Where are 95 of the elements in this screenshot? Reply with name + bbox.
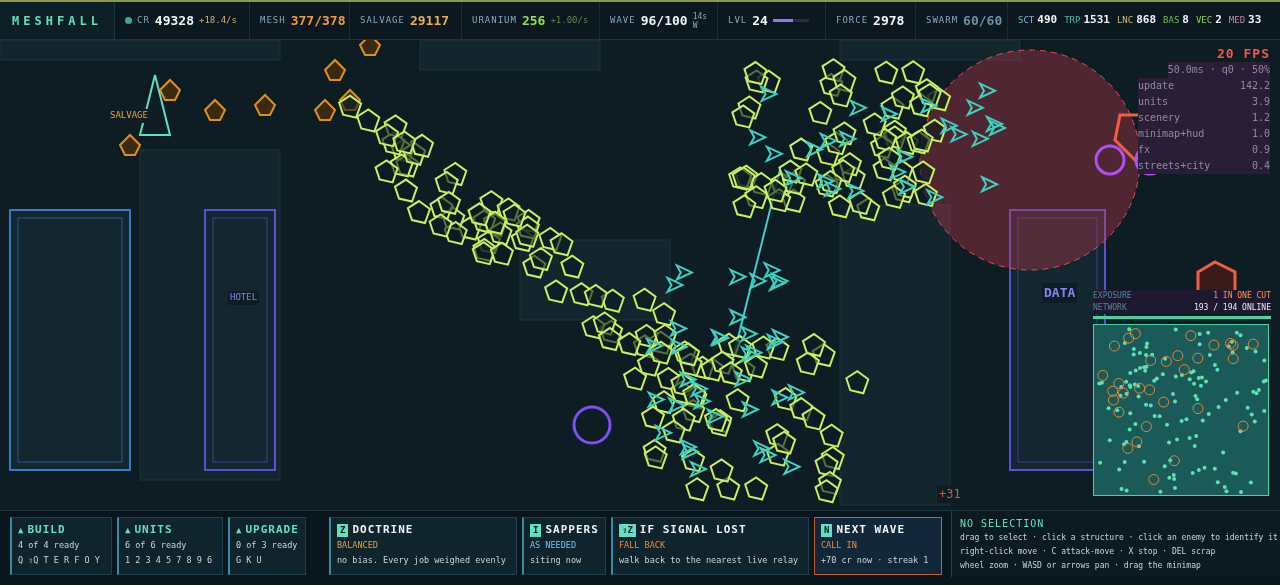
policy-description: +70 cr now · streak 1	[821, 554, 930, 567]
policy-setting: AS NEEDED	[530, 539, 578, 552]
policy-title: IF SIGNAL LOST	[639, 523, 747, 537]
stat-value: 49328	[154, 11, 194, 30]
unit-type-label: BAS	[1163, 13, 1180, 27]
perf-value: 3.9	[1250, 95, 1270, 109]
perf-name: fx	[1138, 143, 1152, 157]
wave-label: W	[692, 20, 699, 30]
stat-label: SWARM	[926, 13, 959, 27]
stat-value: 256	[521, 11, 546, 30]
command-group[interactable]: ▲ BUILD 4 of 4 ready Q ⇧Q T E R F O Y	[10, 517, 112, 575]
unit-count: 2	[1215, 12, 1222, 29]
command-group[interactable]: ▲ UNITS 6 of 6 ready 1 2 3 4 5 7 8 9 6	[117, 517, 223, 575]
hotkey-badge: ⇧Z	[619, 523, 636, 537]
policy-title: NEXT WAVE	[836, 523, 906, 537]
triangle-icon: ▲	[18, 524, 24, 536]
perf-value: 0.4	[1250, 159, 1270, 173]
unit-count: 8	[1182, 12, 1189, 29]
unit-type-label: LNC	[1116, 13, 1134, 27]
stat-label: CR	[137, 13, 150, 27]
policy-card[interactable]: N NEXT WAVE CALL IN +70 cr now · streak 1	[814, 517, 942, 575]
group-title: UNITS	[134, 523, 173, 537]
unit-type-label: SCT	[1018, 13, 1035, 27]
hint-text: right-click move · C attack-move · X stop · DEL scrap	[960, 546, 1217, 558]
selection-title: NO SELECTION	[960, 517, 1046, 531]
policy-title: DOCTRINE	[352, 523, 414, 537]
stat-label: FORCE	[836, 13, 869, 27]
perf-name: streets+city	[1138, 159, 1212, 173]
wave-timer: 14s	[692, 11, 708, 21]
ready-count: 0 of 3 ready	[236, 539, 299, 552]
perf-name: units	[1138, 95, 1170, 109]
policy-description: siting now	[530, 554, 583, 567]
stat-rate: +18.4/s	[199, 13, 237, 27]
perf-value: 142.2	[1238, 79, 1270, 93]
stat-label: LVL	[728, 13, 748, 27]
unit-type-label: VEC	[1195, 13, 1213, 27]
perf-name: minimap+hud	[1138, 127, 1206, 141]
perf-value: 0.9	[1250, 143, 1270, 157]
stat-value: 96/100	[640, 11, 688, 30]
stat-value: 29117	[409, 11, 450, 30]
group-title: BUILD	[27, 523, 66, 537]
hint-text: wheel zoom · WASD or arrows pan · drag the minimap	[960, 560, 1202, 572]
unit-count: 868	[1136, 12, 1157, 29]
perf-value: 1.2	[1250, 111, 1270, 125]
panel-value: 193 / 194 ONLINE	[1193, 302, 1271, 314]
unit-type-label: TRP	[1064, 13, 1081, 27]
perf-name: scenery	[1138, 111, 1182, 125]
hotkey-list: Q ⇧Q T E R F O Y	[18, 554, 105, 567]
panel-value: 1 IN ONE CUT	[1213, 290, 1271, 302]
game-logo: MESHFALL	[12, 12, 102, 30]
unit-count: 490	[1037, 12, 1058, 29]
hotkey-badge: I	[530, 523, 542, 537]
triangle-icon: ▲	[236, 524, 242, 536]
perf-value: 1.0	[1250, 127, 1270, 141]
hint-text: drag to select · click a structure · click an enemy to identify it	[960, 532, 1279, 544]
policy-card[interactable]: ⇧Z IF SIGNAL LOST FALL BACK walk back to the nearest live relay	[611, 517, 809, 575]
map-label: +31	[937, 485, 963, 503]
stat-value: 2978	[873, 11, 905, 30]
policy-title: SAPPERS	[545, 523, 599, 537]
stat-value: 24	[752, 11, 768, 30]
stat-label: WAVE	[610, 13, 636, 27]
hotkey-list: G K U	[236, 554, 299, 567]
stat-label: URANIUM	[472, 13, 517, 27]
group-title: UPGRADE	[245, 523, 299, 537]
policy-description: no bias. Every job weighed evenly	[337, 554, 507, 567]
stat-value: 60/60	[963, 11, 1003, 30]
fps-counter: 20 FPS	[1217, 46, 1270, 62]
hotkey-badge: N	[821, 523, 833, 537]
unit-count: 1531	[1083, 12, 1110, 29]
policy-card[interactable]: Z DOCTRINE BALANCED no bias. Every job weighed evenly	[329, 517, 517, 575]
policy-setting: BALANCED	[337, 539, 379, 552]
policy-card[interactable]: I SAPPERS AS NEEDED siting now	[522, 517, 606, 575]
unit-count: 33	[1248, 12, 1262, 29]
policy-setting: CALL IN	[821, 539, 858, 552]
hotkey-badge: Z	[337, 523, 349, 537]
stat-label: MESH	[260, 13, 286, 27]
perf-name: update	[1138, 79, 1176, 93]
stat-rate: +1.00/s	[550, 13, 589, 27]
ready-count: 6 of 6 ready	[125, 539, 188, 552]
hotkey-list: 1 2 3 4 5 7 8 9 6	[125, 554, 216, 567]
triangle-icon: ▲	[125, 524, 131, 536]
map-label: HOTEL	[228, 291, 260, 305]
frame-summary: 50.0ms · q0 · 50%	[1167, 62, 1270, 78]
policy-description: walk back to the nearest live relay	[619, 554, 800, 567]
ready-count: 4 of 4 ready	[18, 539, 81, 552]
minimap[interactable]	[1093, 324, 1269, 496]
panel-label: NETWORK	[1093, 302, 1127, 314]
stat-value: 377/378	[290, 11, 346, 30]
unit-type-label: MED	[1228, 13, 1246, 27]
stat-label: SALVAGE	[360, 13, 405, 27]
map-label: SALVAGE	[108, 109, 150, 123]
map-label: DATA	[1042, 283, 1078, 303]
command-group[interactable]: ▲ UPGRADE 0 of 3 ready G K U	[228, 517, 306, 575]
panel-label: EXPOSURE	[1093, 290, 1132, 302]
policy-setting: FALL BACK	[619, 539, 667, 552]
